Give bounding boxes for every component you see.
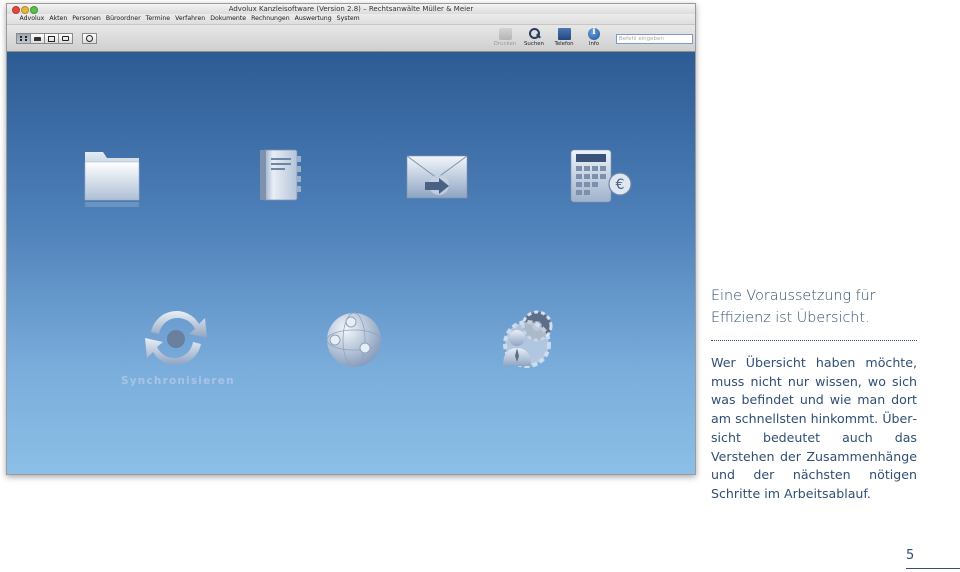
globe-icon <box>326 312 382 368</box>
cards-view-icon <box>62 36 69 41</box>
grid-view-icon <box>20 36 27 41</box>
menu-akten[interactable]: Akten <box>47 14 70 24</box>
command-input[interactable] <box>616 34 693 44</box>
info-icon <box>588 27 600 40</box>
search-label: Suchen <box>524 41 544 47</box>
panel-view-icon <box>48 36 55 42</box>
search-button[interactable]: Suchen <box>521 28 547 48</box>
app-window: Advolux Kanzleisoftware (Version 2.8) – … <box>6 3 696 475</box>
grid-view-button[interactable] <box>16 33 31 44</box>
calculator-euro-icon: € <box>570 149 632 203</box>
menu-verfahren[interactable]: Verfahren <box>173 14 208 24</box>
printer-icon <box>498 28 512 40</box>
menu-rechnungen[interactable]: Rechnungen <box>249 14 293 24</box>
print-button[interactable]: Drucken <box>492 28 518 48</box>
menu-system[interactable]: System <box>334 14 362 24</box>
dashboard-area: € Synchronisieren <box>7 52 695 474</box>
menu-termine[interactable]: Termine <box>143 14 172 24</box>
panel-view-button[interactable] <box>44 33 59 44</box>
clock-icon <box>86 35 93 42</box>
info-label: Info <box>588 41 600 47</box>
history-button[interactable] <box>82 33 97 44</box>
menu-dokumente[interactable]: Dokumente <box>208 14 249 24</box>
window-title: Advolux Kanzleisoftware (Version 2.8) – … <box>228 5 474 13</box>
view-switcher <box>16 33 73 44</box>
info-button[interactable]: Info <box>581 27 607 48</box>
web-tile[interactable] <box>323 310 385 374</box>
menu-personen[interactable]: Personen <box>70 14 104 24</box>
cards-view-button[interactable] <box>58 33 73 44</box>
title-bar: Advolux Kanzleisoftware (Version 2.8) – … <box>7 4 695 14</box>
page-number: 5 <box>906 548 915 563</box>
page-number-rule <box>906 568 960 569</box>
address-book-icon <box>260 149 301 201</box>
body-paragraph: Wer Übersicht haben möchte, muss nicht n… <box>711 355 917 501</box>
menu-advolux[interactable]: Advolux <box>17 14 47 24</box>
menu-auswertung[interactable]: Auswertung <box>292 14 334 24</box>
svg-text:€: € <box>616 177 625 193</box>
headline: Eine Voraussetzung für Effizienz ist Übe… <box>711 285 921 329</box>
sync-icon <box>145 311 207 365</box>
phonebook-icon <box>557 28 571 40</box>
menu-bar: Advolux Akten Personen Büroordner Termin… <box>7 14 695 25</box>
envelope-icon <box>406 155 468 199</box>
phone-button[interactable]: Telefon <box>551 28 577 48</box>
menu-bueroordner[interactable]: Büroordner <box>103 14 143 24</box>
search-icon <box>528 28 541 40</box>
headline-line-2: Effizienz ist Übersicht. <box>711 310 870 326</box>
folder-view-button[interactable] <box>30 33 45 44</box>
contacts-tile[interactable] <box>257 146 305 212</box>
mail-tile[interactable] <box>405 152 469 214</box>
folder-icon <box>84 152 140 207</box>
dotted-divider <box>711 340 917 341</box>
admin-tile[interactable] <box>493 304 559 378</box>
billing-tile[interactable]: € <box>569 146 635 212</box>
toolbar: Drucken Suchen Telefon Info <box>7 25 695 52</box>
sync-tile[interactable] <box>139 302 213 378</box>
files-tile[interactable] <box>83 146 143 212</box>
phone-label: Telefon <box>554 41 574 47</box>
folder-view-icon <box>34 37 41 41</box>
user-settings-icon <box>503 310 553 368</box>
sync-label: Synchronisieren <box>121 375 235 387</box>
headline-line-1: Eine Voraussetzung für <box>711 288 876 304</box>
print-label: Drucken <box>493 41 517 47</box>
